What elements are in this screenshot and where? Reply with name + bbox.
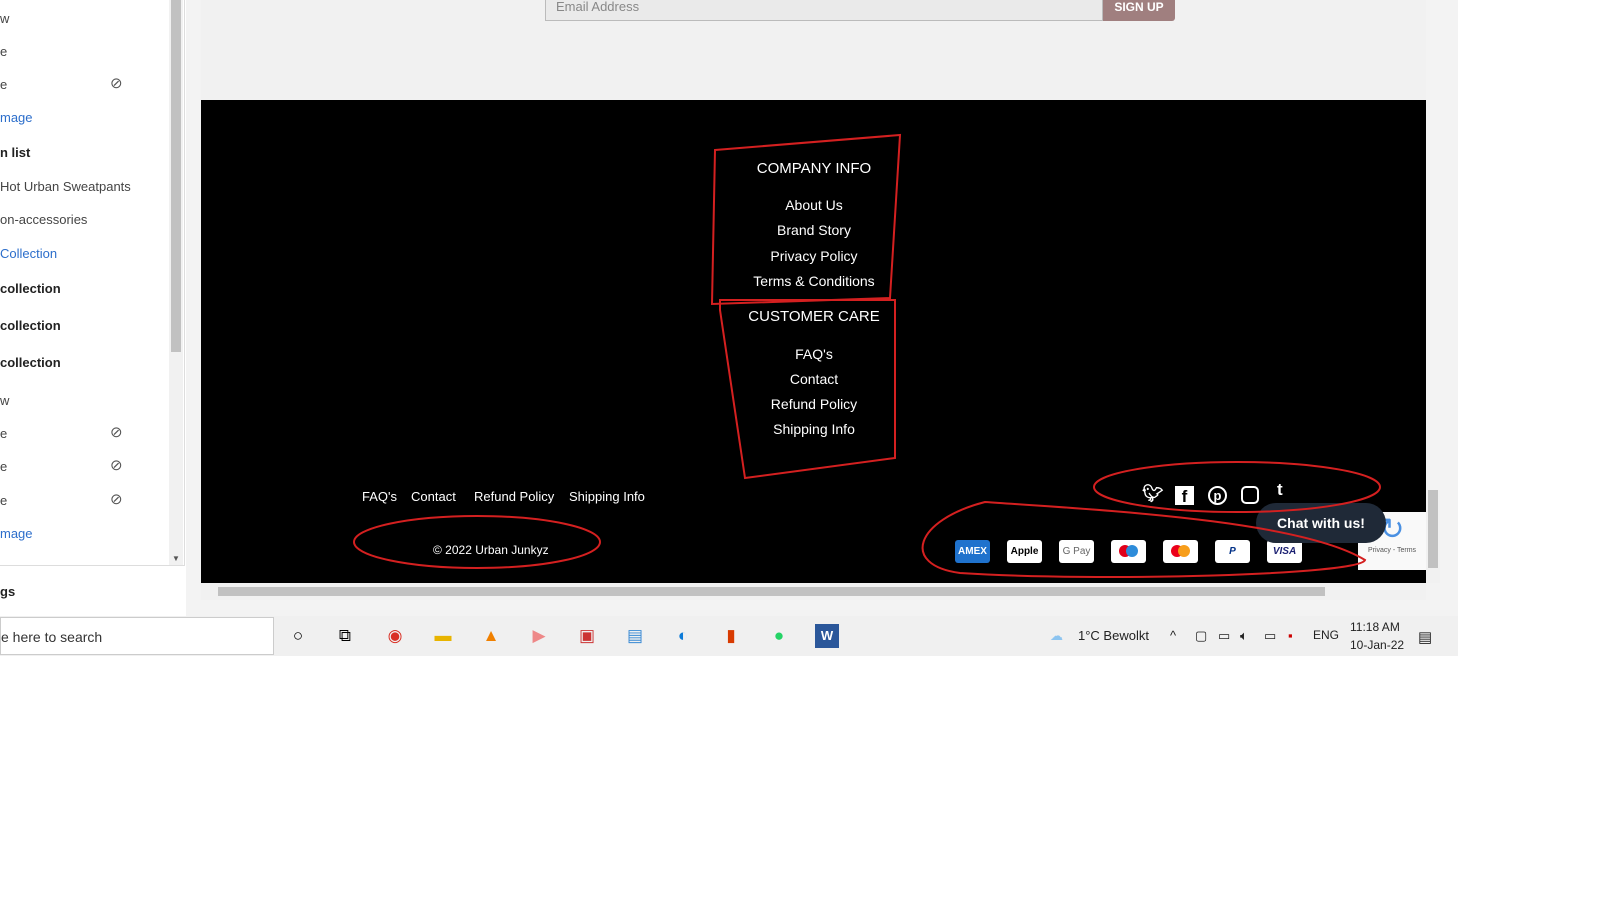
annotation-copyright: [353, 515, 601, 569]
paint-icon[interactable]: ▣: [575, 624, 599, 648]
tray-chevron-icon[interactable]: ^: [1170, 628, 1176, 643]
annotation-social: [1093, 461, 1381, 513]
word-icon[interactable]: W: [815, 624, 839, 648]
annotation-company-info: [710, 133, 902, 306]
annotation-customer-care: [719, 299, 896, 480]
chrome-icon[interactable]: ◉: [383, 624, 407, 648]
volume-icon[interactable]: 🔈︎: [1240, 628, 1248, 644]
media-player-icon[interactable]: ▶: [527, 624, 551, 648]
camera-icon[interactable]: ▢: [1195, 628, 1207, 644]
clock-date[interactable]: 10-Jan-22: [1350, 638, 1404, 652]
whatsapp-icon[interactable]: ●: [767, 624, 791, 648]
clock-time[interactable]: 11:18 AM: [1350, 620, 1400, 634]
horizontal-scrollbar[interactable]: [201, 583, 1426, 600]
battery-icon[interactable]: ▭: [1218, 628, 1230, 644]
notification-badge-icon[interactable]: ▪: [1288, 628, 1293, 643]
network-icon[interactable]: ▭: [1264, 628, 1276, 644]
vertical-scrollbar[interactable]: [1426, 490, 1440, 583]
task-view-icon[interactable]: ⧉: [333, 624, 357, 648]
office-icon[interactable]: ▮: [719, 624, 743, 648]
language-indicator[interactable]: ENG: [1313, 628, 1339, 642]
annotation-payments: [921, 500, 1367, 578]
file-explorer-icon[interactable]: ▬: [431, 624, 455, 648]
vlc-icon[interactable]: ▲: [479, 624, 503, 648]
taskbar-search-input[interactable]: e here to search: [0, 617, 274, 655]
weather-icon: ☁: [1050, 628, 1063, 643]
red-annotations: [353, 133, 1381, 578]
weather-text[interactable]: 1°C Bewolkt: [1078, 628, 1149, 643]
edge-icon[interactable]: ◐: [671, 624, 695, 648]
action-center-icon[interactable]: ▤: [1418, 628, 1432, 646]
control-panel-icon[interactable]: ▤: [623, 624, 647, 648]
windows-taskbar: e here to search ○ ⧉ ◉ ▬ ▲ ▶ ▣ ▤ ◐ ▮ ● W…: [0, 616, 1458, 656]
cortana-icon[interactable]: ○: [286, 624, 310, 648]
